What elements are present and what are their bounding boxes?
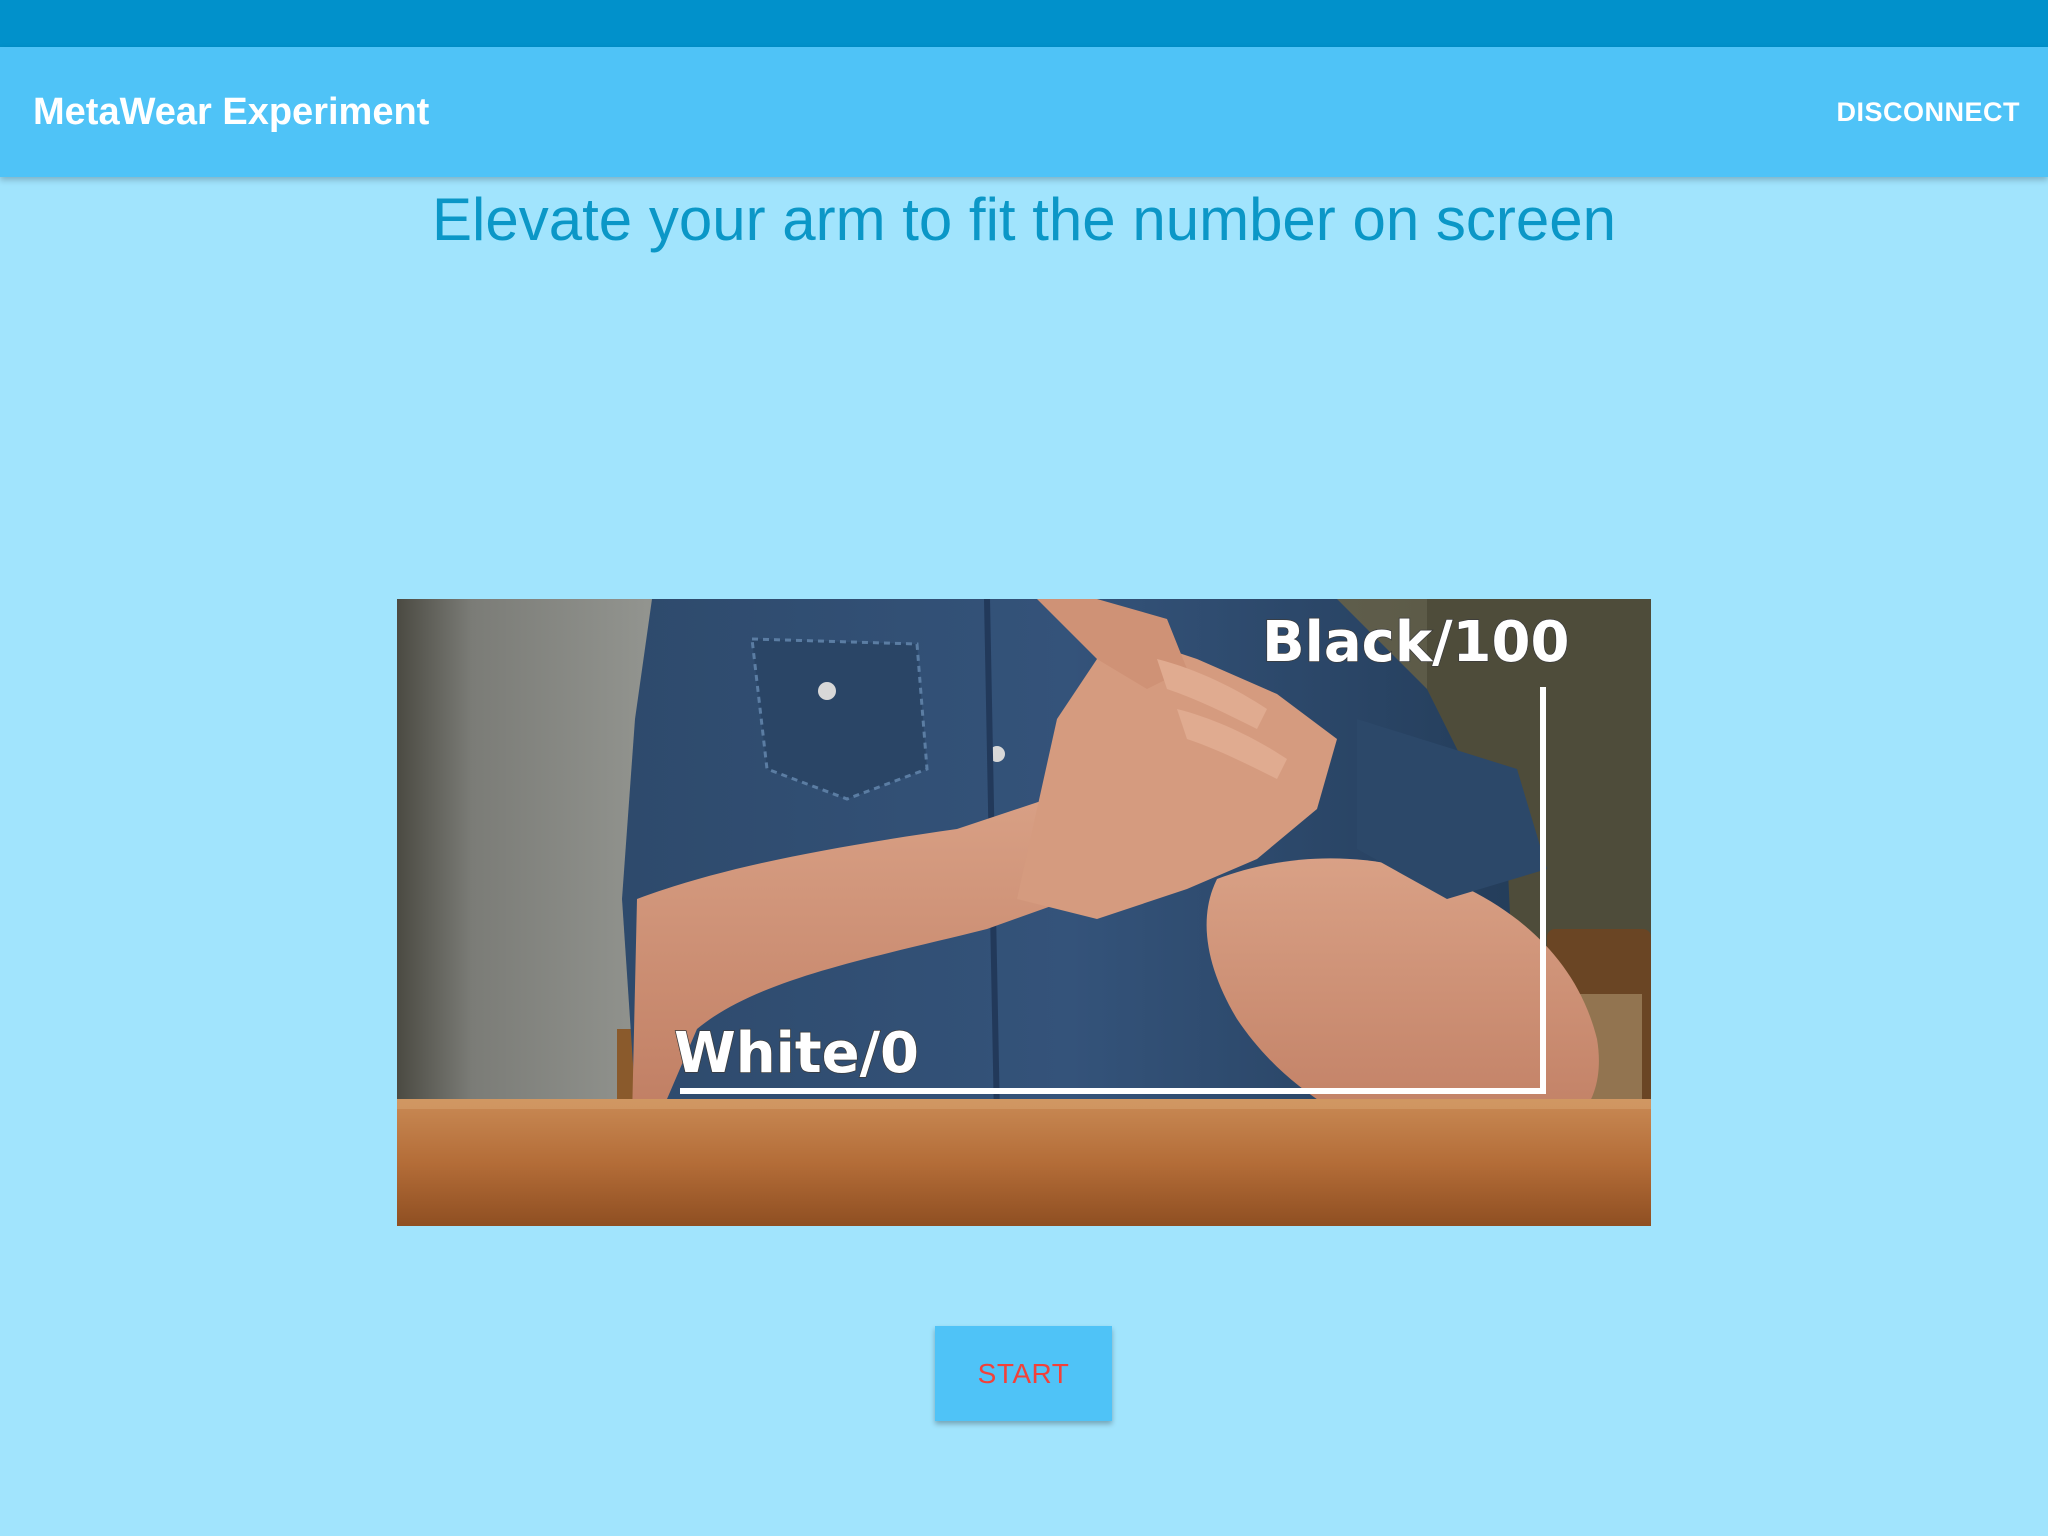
- status-bar: [0, 0, 2048, 47]
- disconnect-button[interactable]: DISCONNECT: [1822, 82, 2034, 142]
- start-button[interactable]: START: [935, 1326, 1112, 1421]
- instruction-text: Elevate your arm to fit the number on sc…: [432, 186, 1616, 253]
- black-100-label: Black/100: [1262, 610, 1569, 675]
- app-title: MetaWear Experiment: [33, 91, 430, 133]
- app-bar: MetaWear Experiment DISCONNECT: [0, 47, 2048, 177]
- arm-elevation-illustration: Black/100 White/0: [397, 599, 1651, 1226]
- white-0-label: White/0: [674, 1021, 919, 1086]
